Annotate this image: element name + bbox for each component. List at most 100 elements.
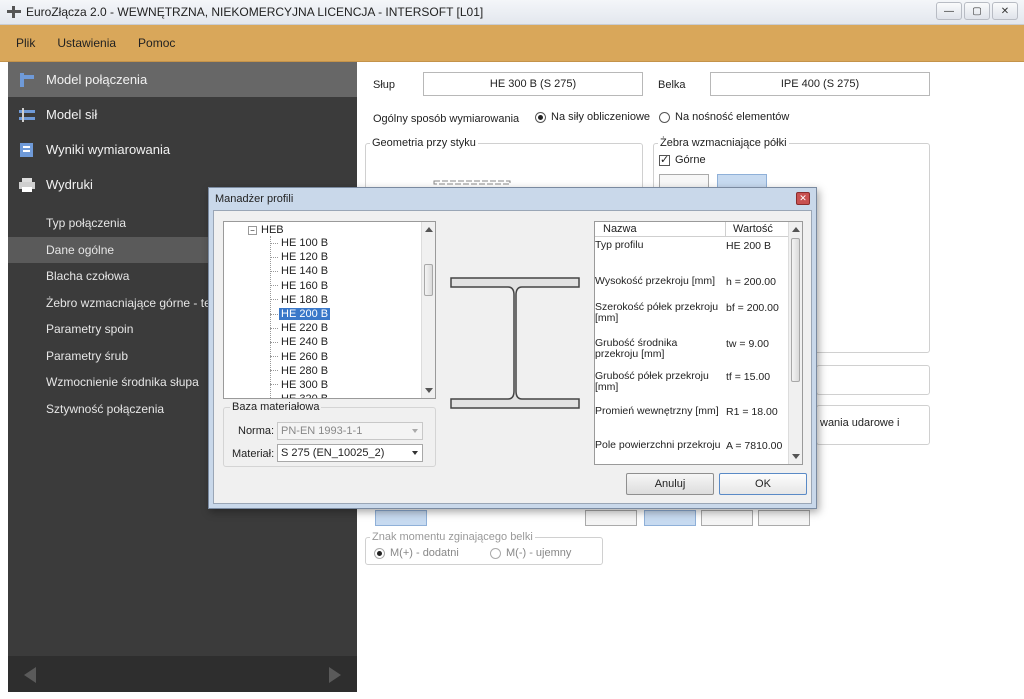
tree-item-label: HE 220 B	[281, 322, 329, 335]
menu-bar: Plik Ustawienia Pomoc	[0, 25, 1024, 62]
radio-sily-dot[interactable]	[535, 111, 546, 123]
tree-item[interactable]: HE 140 B	[270, 264, 330, 278]
tree-item[interactable]: HE 180 B	[270, 293, 330, 307]
tile-option-3[interactable]	[701, 510, 753, 526]
radio-nosnosc[interactable]: Na nośność elementów	[659, 111, 789, 123]
scroll-up-icon[interactable]	[792, 227, 800, 232]
baza-materialowa-title: Baza materiałowa	[230, 401, 322, 413]
tree-item[interactable]: HE 260 B	[270, 350, 330, 364]
property-value: HE 200 B	[726, 240, 771, 252]
znak-title: Znak momentu zginającego belki	[370, 531, 535, 543]
property-name: Grubość środnika przekroju [mm]	[595, 337, 678, 360]
property-value: tw = 9.00	[726, 338, 769, 350]
tree-item[interactable]: HE 280 B	[270, 364, 330, 378]
property-value: h = 200.00	[726, 276, 776, 288]
scroll-thumb[interactable]	[424, 264, 433, 296]
scroll-down-icon[interactable]	[792, 454, 800, 459]
scroll-thumb[interactable]	[791, 238, 800, 382]
tree-item[interactable]: HE 240 B	[270, 335, 330, 349]
tree-item-label: HE 260 B	[281, 350, 329, 363]
prev-arrow-icon[interactable]	[24, 667, 36, 683]
tree-item[interactable]: HE 220 B	[270, 321, 330, 335]
sidebar-item-wyniki[interactable]: Wyniki wymiarowania	[8, 132, 357, 167]
radio-mminus-dot[interactable]	[490, 547, 501, 559]
radio-sily[interactable]: Na siły obliczeniowe	[535, 111, 650, 123]
property-name: Typ profilu	[595, 239, 644, 251]
radio-mplus-dot[interactable]	[374, 547, 385, 559]
radio-mplus[interactable]: M(+) - dodatni	[374, 547, 459, 559]
property-value: tf = 15.00	[726, 371, 771, 383]
property-value: bf = 200.00	[726, 302, 779, 314]
property-name: Promień wewnętrzny [mm]	[595, 405, 719, 417]
norma-label: Norma:	[238, 425, 275, 437]
window-controls: — ▢ ✕	[936, 2, 1018, 20]
tree-node-heb[interactable]: − HEB	[248, 224, 284, 236]
sidebar-item-label: Model sił	[46, 107, 98, 122]
tree-item-label: HE 200 B	[279, 308, 331, 321]
tree-item[interactable]: HE 160 B	[270, 279, 330, 293]
cancel-button[interactable]: Anuluj	[626, 473, 714, 495]
scroll-down-icon[interactable]	[425, 388, 433, 393]
tile-option-1[interactable]	[585, 510, 637, 526]
sidebar-item-model-polaczenia[interactable]: Model połączenia	[8, 62, 357, 97]
tree-item-label: HE 140 B	[281, 265, 329, 278]
close-window-button[interactable]: ✕	[992, 2, 1018, 20]
tree-item[interactable]: HE 320 B	[270, 392, 330, 398]
next-arrow-icon[interactable]	[329, 667, 341, 683]
tree-scrollbar[interactable]	[421, 222, 435, 398]
properties-scrollbar[interactable]	[788, 222, 802, 464]
property-value: A = 7810.00	[726, 440, 783, 452]
menu-plik[interactable]: Plik	[12, 34, 39, 52]
tile-option-left[interactable]	[375, 510, 427, 526]
connection-model-icon	[18, 72, 36, 88]
gorne-checkbox[interactable]: Górne	[659, 153, 706, 166]
udarowe-text: wania udarowe i	[820, 417, 900, 429]
window-title: EuroZłącza 2.0 - WEWNĘTRZNA, NIEKOMERCYJ…	[26, 5, 484, 19]
tree-item-label: HE 120 B	[281, 251, 329, 264]
window-titlebar: EuroZłącza 2.0 - WEWNĘTRZNA, NIEKOMERCYJ…	[0, 0, 1024, 25]
profile-tree[interactable]: − HEB HE 100 B HE 120 B HE 140 B HE 160 B HE…	[223, 221, 436, 399]
menu-pomoc[interactable]: Pomoc	[134, 34, 179, 52]
tree-item-label: HE 100 B	[281, 237, 329, 250]
tile-option-4[interactable]	[758, 510, 810, 526]
i-beam-section-icon	[450, 277, 580, 409]
material-select[interactable]: S 275 (EN_10025_2)	[277, 444, 423, 462]
radio-mminus-label: M(-) - ujemny	[506, 547, 572, 559]
sidebar-nav-bar	[8, 656, 357, 692]
tree-item[interactable]: HE 200 B	[270, 307, 331, 321]
slup-field[interactable]: HE 300 B (S 275)	[423, 72, 643, 96]
tree-item-label: HE 240 B	[281, 336, 329, 349]
sidebar-item-label: Wyniki wymiarowania	[46, 142, 171, 157]
radio-nosnosc-dot[interactable]	[659, 111, 670, 123]
scroll-up-icon[interactable]	[425, 227, 433, 232]
tree-item-label: HE 160 B	[281, 279, 329, 292]
minimize-button[interactable]: —	[936, 2, 962, 20]
chevron-down-icon	[412, 451, 418, 455]
tree-item-label: HE 300 B	[281, 378, 329, 391]
tree-item[interactable]: HE 100 B	[270, 236, 330, 250]
chevron-down-icon	[412, 429, 418, 433]
sidebar-item-model-sil[interactable]: Model sił	[8, 97, 357, 132]
menu-ustawienia[interactable]: Ustawienia	[53, 34, 120, 52]
belka-field[interactable]: IPE 400 (S 275)	[710, 72, 930, 96]
maximize-button[interactable]: ▢	[964, 2, 990, 20]
norma-select[interactable]: PN-EN 1993-1-1	[277, 422, 423, 440]
radio-mminus[interactable]: M(-) - ujemny	[490, 547, 571, 559]
tree-item-label: HE 320 B	[279, 393, 330, 398]
tree-item[interactable]: HE 120 B	[270, 250, 330, 264]
property-value: R1 = 18.00	[726, 406, 778, 418]
gorne-checkbox-box[interactable]	[659, 153, 670, 166]
tree-node-heb-label: HEB	[261, 224, 284, 236]
belka-label: Belka	[658, 79, 686, 91]
dialog-titlebar: Manadżer profili	[209, 188, 816, 210]
ok-button[interactable]: OK	[719, 473, 807, 495]
dialog-close-button[interactable]: ✕	[796, 192, 810, 205]
sidebar-item-label: Model połączenia	[46, 72, 148, 87]
tree-item[interactable]: HE 300 B	[270, 378, 330, 392]
material-label: Materiał:	[232, 448, 275, 460]
tile-option-2[interactable]	[644, 510, 696, 526]
slup-label: Słup	[373, 79, 396, 91]
collapse-icon[interactable]: −	[248, 225, 257, 235]
tree-item-label: HE 180 B	[281, 293, 329, 306]
properties-grid: Nazwa Wartość Typ profilu HE 200 B Wysokoś…	[594, 221, 803, 465]
